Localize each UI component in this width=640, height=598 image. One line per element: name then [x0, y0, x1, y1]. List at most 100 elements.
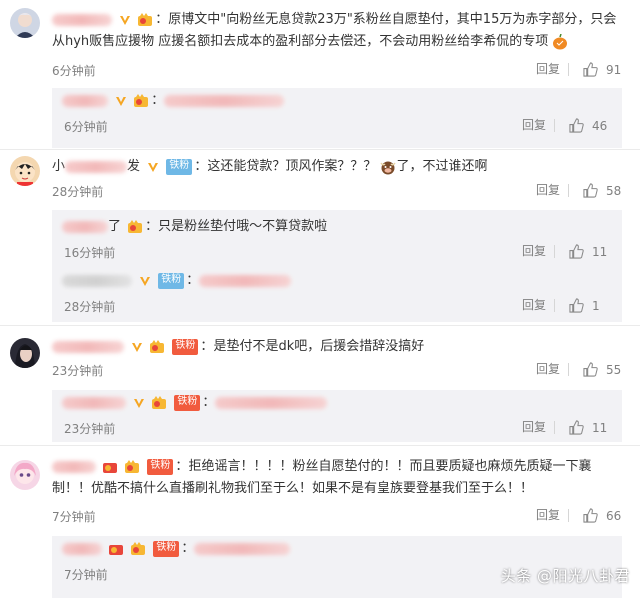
comment-body: 是垫付不是dk吧，后援会措辞没搞好	[213, 339, 425, 354]
like-count: 46	[592, 118, 608, 133]
crown-icon	[152, 395, 167, 409]
comment-actions: 回复 58	[536, 183, 622, 198]
reply-body-redacted	[164, 94, 285, 107]
reply-text: ：	[62, 90, 602, 112]
comment-body-end: 了，不过谁还啊	[396, 159, 488, 174]
vip-v-icon	[134, 398, 145, 408]
crown-icon	[109, 544, 124, 555]
username-prefix[interactable]: 小	[52, 159, 65, 174]
thumbs-up-icon[interactable]	[569, 118, 584, 133]
crown-icon	[150, 339, 165, 353]
reply-list: 铁粉： 23分钟前 回复 11	[52, 390, 622, 442]
thumbs-up-icon[interactable]	[583, 62, 598, 77]
reply-time: 28分钟前	[64, 300, 116, 314]
username[interactable]	[62, 220, 108, 233]
reply-body-redacted	[215, 396, 328, 409]
reply-time: 23分钟前	[64, 422, 116, 436]
comment: 铁粉 ：是垫付不是dk吧，后援会措辞没搞好 23分钟前 回复 55 铁粉： 23分…	[0, 328, 640, 442]
fan-badge: 铁粉	[166, 158, 193, 175]
reply-body-redacted	[194, 542, 291, 555]
username-suffix[interactable]: 了	[108, 219, 121, 234]
reply-actions: 回复 11	[522, 244, 608, 259]
reply-item: 了 ：只是粉丝垫付哦～不算贷款啦 16分钟前 回复 11	[52, 214, 622, 272]
reply-time: 6分钟前	[64, 120, 108, 134]
like-count: 91	[606, 62, 622, 77]
like-count: 66	[606, 508, 622, 523]
username[interactable]	[52, 13, 112, 26]
comment-actions: 回复 91	[536, 62, 622, 77]
comment: 小发 铁粉 ：这还能贷款？顶风作案？？？ 了，不过谁还啊 28分钟前 回复 58 …	[0, 150, 640, 322]
username[interactable]	[52, 460, 96, 473]
reply-button[interactable]: 回复	[536, 363, 569, 376]
comment-text: 铁粉 ：拒绝谣言！！！！粉丝自愿垫付的！！而且要质疑也麻烦先质疑一下襄制！！优酷不…	[52, 458, 592, 496]
divider	[0, 445, 640, 446]
comment-time: 7分钟前	[52, 510, 96, 524]
reply-button[interactable]: 回复	[536, 63, 569, 76]
comment-text: 小发 铁粉 ：这还能贷款？顶风作案？？？ 了，不过谁还啊	[52, 158, 488, 175]
thumbs-up-icon[interactable]	[569, 298, 584, 313]
thumbs-up-icon[interactable]	[583, 183, 598, 198]
thumbs-up-icon[interactable]	[569, 244, 584, 259]
reply-button[interactable]: 回复	[522, 421, 555, 434]
pumpkin-emoji	[553, 33, 568, 49]
reply-button[interactable]: 回复	[522, 299, 555, 312]
vip-v-icon	[132, 342, 143, 352]
comment-body: 这还能贷款？顶风作案？？？	[207, 159, 377, 174]
username[interactable]	[62, 274, 132, 287]
reply-text: 了 ：只是粉丝垫付哦～不算贷款啦	[62, 216, 602, 238]
username-suffix[interactable]: 发	[127, 159, 140, 174]
comment-actions: 回复 55	[536, 362, 622, 377]
avatar[interactable]	[10, 8, 40, 38]
reply-time: 16分钟前	[64, 246, 116, 260]
reply-text: 铁粉：	[62, 538, 602, 560]
username[interactable]	[62, 542, 102, 555]
comment-text: 铁粉 ：是垫付不是dk吧，后援会措辞没搞好	[52, 336, 622, 358]
like-count: 58	[606, 183, 622, 198]
divider	[0, 325, 640, 326]
crown-icon	[103, 462, 118, 473]
thumbs-up-icon[interactable]	[583, 362, 598, 377]
reply-list: 了 ：只是粉丝垫付哦～不算贷款啦 16分钟前 回复 11 铁粉： 28分钟前 回…	[52, 210, 622, 322]
avatar[interactable]	[10, 460, 40, 490]
reply-button[interactable]: 回复	[522, 245, 555, 258]
vip-v-icon	[120, 15, 131, 25]
comment-time: 23分钟前	[52, 364, 104, 378]
fan-badge: 铁粉	[147, 458, 174, 475]
reply-body: 只是粉丝垫付哦～不算贷款啦	[158, 219, 328, 234]
like-count: 55	[606, 362, 622, 377]
comment: ：原博文中"向粉丝无息贷款23万"系粉丝自愿垫付，其中15万为赤字部分，只会从h…	[0, 0, 640, 148]
vip-v-icon	[116, 96, 127, 106]
crown-icon	[128, 219, 143, 233]
username[interactable]	[62, 94, 108, 107]
fan-badge: 铁粉	[158, 272, 185, 289]
reply-body-redacted	[199, 274, 292, 287]
reply-time: 7分钟前	[64, 568, 108, 582]
fan-badge: 铁粉	[172, 338, 199, 355]
username[interactable]	[65, 160, 128, 173]
thumbs-up-icon[interactable]	[583, 508, 598, 523]
avatar[interactable]	[10, 338, 40, 368]
vip-v-icon	[140, 276, 151, 286]
reply-actions: 回复 11	[522, 420, 608, 435]
username[interactable]	[62, 396, 126, 409]
reply-text: 铁粉：	[62, 270, 602, 292]
reply-actions: 回复 1	[522, 298, 608, 313]
like-count: 11	[592, 420, 608, 435]
reply-item: 铁粉： 23分钟前 回复 11	[52, 390, 622, 442]
comment-time: 6分钟前	[52, 64, 96, 78]
avatar[interactable]	[10, 156, 40, 186]
vip-v-icon	[148, 162, 159, 172]
crown-icon	[125, 459, 140, 473]
comment-actions: 回复 66	[536, 508, 622, 523]
reply-text: 铁粉：	[62, 392, 602, 414]
ox-emoji	[380, 161, 397, 174]
fan-badge: 铁粉	[153, 540, 180, 557]
username[interactable]	[52, 340, 124, 353]
reply-button[interactable]: 回复	[536, 509, 569, 522]
like-count: 1	[592, 298, 600, 313]
like-count: 11	[592, 244, 608, 259]
thumbs-up-icon[interactable]	[569, 420, 584, 435]
crown-icon	[138, 12, 153, 26]
reply-button[interactable]: 回复	[522, 119, 555, 132]
reply-button[interactable]: 回复	[536, 184, 569, 197]
